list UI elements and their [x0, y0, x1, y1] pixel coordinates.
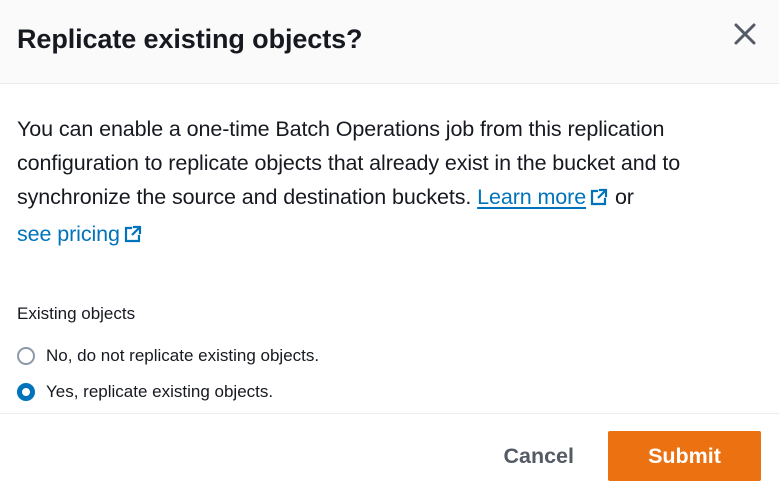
cancel-button[interactable]: Cancel [483, 431, 594, 481]
learn-more-label: Learn more [477, 185, 587, 209]
external-link-icon [123, 220, 143, 254]
close-button[interactable] [727, 18, 763, 54]
existing-objects-label: Existing objects [17, 304, 136, 323]
radio-label-yes: Yes, replicate existing objects. [46, 382, 274, 401]
description-text: You can enable a one-time Batch Operatio… [17, 112, 762, 254]
learn-more-link[interactable]: Learn more [477, 185, 609, 209]
replicate-dialog: Replicate existing objects? You can enab… [0, 0, 779, 500]
dialog-footer: Cancel Submit [0, 414, 779, 498]
existing-objects-radio-group: No, do not replicate existing objects. Y… [17, 338, 762, 410]
radio-button-yes[interactable] [17, 383, 35, 401]
radio-label-no: No, do not replicate existing objects. [46, 346, 320, 365]
close-icon [733, 22, 757, 49]
radio-button-no[interactable] [17, 347, 35, 365]
radio-option-yes[interactable]: Yes, replicate existing objects. [17, 374, 762, 410]
see-pricing-link[interactable]: see pricing [17, 222, 143, 246]
dialog-header: Replicate existing objects? [0, 0, 779, 84]
external-link-icon [589, 183, 609, 217]
radio-option-no[interactable]: No, do not replicate existing objects. [17, 338, 762, 374]
description-connector: or [609, 185, 634, 209]
dialog-title: Replicate existing objects? [17, 24, 363, 54]
submit-button[interactable]: Submit [608, 431, 761, 481]
dialog-body: You can enable a one-time Batch Operatio… [0, 84, 779, 414]
see-pricing-label: see pricing [17, 222, 120, 246]
